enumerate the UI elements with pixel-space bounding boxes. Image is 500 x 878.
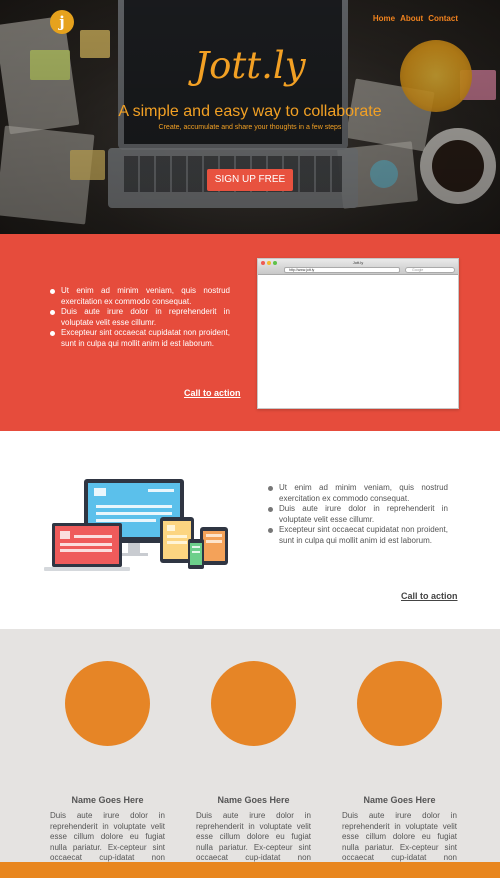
list-item: Excepteur sint occaecat cupidatat non pr…	[268, 525, 448, 546]
team-member-card: Name Goes Here Duis aute irure dolor in …	[196, 661, 311, 874]
call-to-action-link[interactable]: Call to action	[401, 591, 458, 601]
top-nav: Home About Contact	[373, 14, 458, 23]
avatar	[357, 661, 442, 746]
list-item: Ut enim ad minim veniam, quis nostrud ex…	[50, 286, 230, 307]
browser-title: Jott.ly	[352, 260, 364, 265]
avatar	[211, 661, 296, 746]
feature-list: Ut enim ad minim veniam, quis nostrud ex…	[50, 286, 230, 349]
hero-section: j Home About Contact Jott.ly A simple an…	[0, 0, 500, 234]
list-item: Ut enim ad minim veniam, quis nostrud ex…	[268, 483, 448, 504]
team-member-name: Name Goes Here	[71, 795, 144, 805]
call-to-action-link[interactable]: Call to action	[184, 388, 241, 398]
team-section: Name Goes Here Duis aute irure dolor in …	[0, 629, 500, 873]
team-member-name: Name Goes Here	[217, 795, 290, 805]
responsive-devices-illustration	[44, 479, 228, 571]
avatar	[65, 661, 150, 746]
team-member-card: Name Goes Here Duis aute irure dolor in …	[50, 661, 165, 874]
list-item: Excepteur sint occaecat cupidatat non pr…	[50, 328, 230, 349]
list-item: Duis aute irure dolor in reprehenderit i…	[268, 504, 448, 525]
nav-home-link[interactable]: Home	[373, 14, 395, 23]
browser-url-bar: http://www.jott.ly	[284, 267, 400, 273]
team-member-card: Name Goes Here Duis aute irure dolor in …	[342, 661, 457, 874]
hero-tagline: A simple and easy way to collaborate	[118, 103, 382, 120]
nav-about-link[interactable]: About	[400, 14, 423, 23]
list-item: Duis aute irure dolor in reprehenderit i…	[50, 307, 230, 328]
brand-title: Jott.ly	[194, 44, 306, 87]
feature-section-red: Ut enim ad minim veniam, quis nostrud ex…	[0, 234, 500, 431]
hero-subtagline: Create, accumulate and share your though…	[158, 124, 342, 131]
sign-up-button[interactable]: SIGN UP FREE	[207, 169, 293, 191]
team-member-name: Name Goes Here	[363, 795, 436, 805]
browser-toolbar: Jott.ly http://www.jott.ly Google	[258, 259, 458, 275]
logo-icon[interactable]: j	[50, 10, 74, 34]
browser-mockup: Jott.ly http://www.jott.ly Google	[257, 258, 459, 409]
footer-bar	[0, 862, 500, 878]
browser-search-bar: Google	[405, 267, 455, 273]
feature-list: Ut enim ad minim veniam, quis nostrud ex…	[268, 483, 448, 546]
nav-contact-link[interactable]: Contact	[428, 14, 458, 23]
feature-section-white: Ut enim ad minim veniam, quis nostrud ex…	[0, 431, 500, 629]
